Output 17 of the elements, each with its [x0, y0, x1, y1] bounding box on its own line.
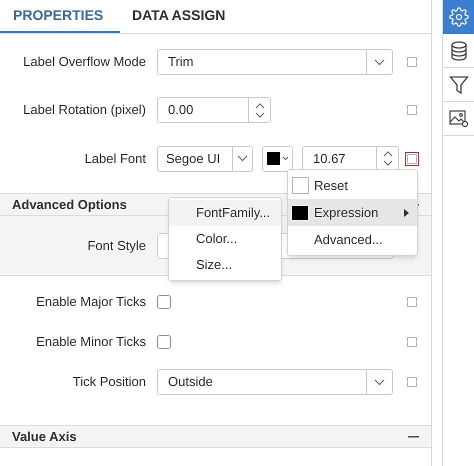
- property-label: Font Style: [86, 236, 146, 255]
- dropdown-value: Trim: [167, 53, 195, 72]
- property-label: Enable Minor Ticks: [35, 333, 146, 352]
- number-value: 10.67: [312, 150, 347, 168]
- menu-label: Reset: [314, 176, 349, 195]
- number-value: 0.00: [167, 101, 194, 120]
- property-label: Tick Position: [72, 373, 146, 392]
- property-label: Label Font: [84, 150, 146, 168]
- property-label: Label Overflow Mode: [22, 53, 146, 72]
- dropdown-value: Outside: [167, 373, 214, 392]
- font-name: Segoe UI: [165, 150, 222, 168]
- property-label: Label Rotation (pixel): [22, 101, 146, 120]
- menu-label: Expression: [314, 204, 380, 222]
- section-title: Value Axis: [12, 428, 77, 446]
- property-label: Enable Major Ticks: [35, 293, 146, 312]
- section-title: Advanced Options: [12, 196, 127, 214]
- menu-label: Advanced...: [314, 230, 384, 249]
